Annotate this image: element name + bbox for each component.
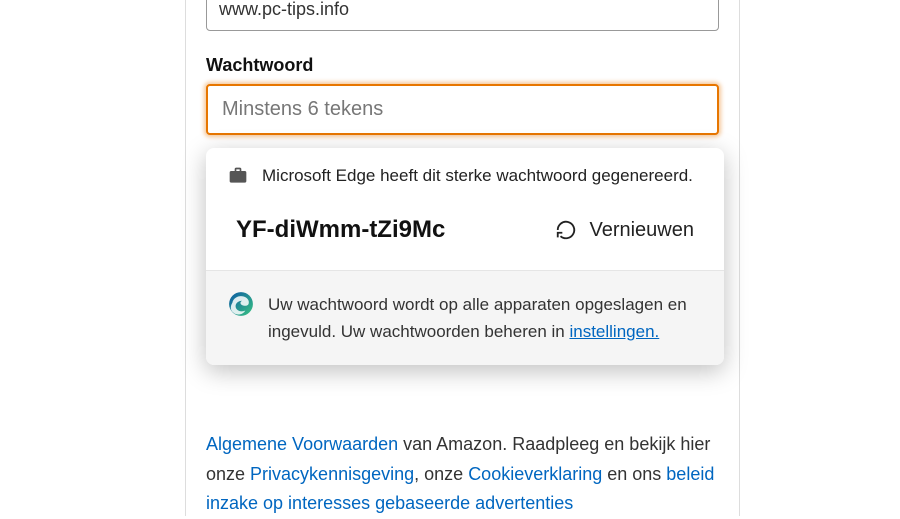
password-suggestion-popup: Microsoft Edge heeft dit sterke wachtwoo… <box>206 148 724 365</box>
refresh-icon <box>555 219 577 241</box>
settings-link[interactable]: instellingen. <box>569 322 659 341</box>
popup-footer-text: Uw wachtwoord wordt op alle apparaten op… <box>268 291 702 345</box>
edge-logo-icon <box>228 291 254 317</box>
url-input[interactable] <box>206 0 719 31</box>
privacy-link[interactable]: Privacykennisgeving <box>250 464 414 484</box>
refresh-label: Vernieuwen <box>589 219 694 242</box>
terms-text: Algemene Voorwaarden van Amazon. Raadple… <box>206 430 716 519</box>
popup-body: YF-diWmm-tZi9Mc Vernieuwen <box>206 198 724 270</box>
generated-password[interactable]: YF-diWmm-tZi9Mc <box>236 216 445 244</box>
refresh-button[interactable]: Vernieuwen <box>555 219 694 242</box>
form-container: Wachtwoord Microsoft Edge heeft dit ster… <box>185 0 740 516</box>
popup-header-text: Microsoft Edge heeft dit sterke wachtwoo… <box>262 166 693 186</box>
popup-footer: Uw wachtwoord wordt op alle apparaten op… <box>206 270 724 365</box>
password-input[interactable] <box>206 84 719 135</box>
popup-header: Microsoft Edge heeft dit sterke wachtwoo… <box>206 148 724 198</box>
briefcase-icon <box>228 166 248 186</box>
cookie-link[interactable]: Cookieverklaring <box>468 464 602 484</box>
password-label: Wachtwoord <box>206 55 719 76</box>
terms-link[interactable]: Algemene Voorwaarden <box>206 434 398 454</box>
